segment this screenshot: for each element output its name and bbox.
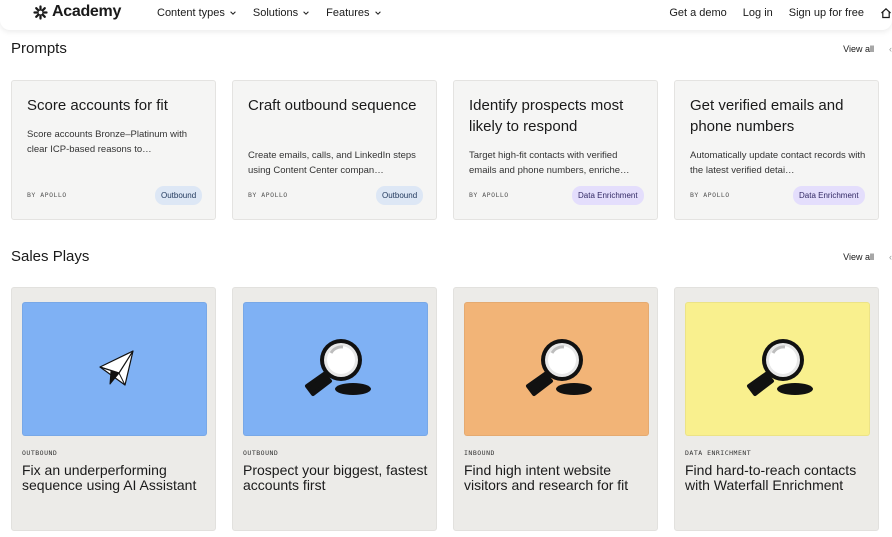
logo[interactable]: Academy: [33, 3, 121, 21]
menu-label: Features: [326, 7, 370, 19]
prompt-card[interactable]: Score accounts for fit Score accounts Br…: [11, 80, 216, 220]
prompt-title: Craft outbound sequence: [248, 97, 417, 114]
prompt-author: BY APOLLO: [690, 191, 730, 199]
play-image: [22, 302, 207, 436]
menu-solutions[interactable]: Solutions: [253, 7, 310, 19]
prompt-card[interactable]: Craft outbound sequence Create emails, c…: [232, 80, 437, 220]
main-menu: Content types Solutions Features: [157, 7, 382, 19]
category-badge: Outbound: [155, 186, 203, 205]
sales-play-card[interactable]: DATA ENRICHMENT Find hard-to-reach conta…: [674, 287, 879, 531]
play-category: OUTBOUND: [243, 449, 279, 457]
play-title: Find high intent website visitors and re…: [464, 462, 629, 493]
prompt-desc: Automatically update contact records wit…: [690, 150, 866, 176]
play-title: Fix an underperforming sequence using AI…: [22, 462, 197, 493]
sales-plays-view-all-link[interactable]: View all: [843, 252, 874, 262]
home-icon[interactable]: [880, 7, 892, 19]
prompt-title: Get verified emails and phone numbers: [690, 97, 844, 135]
menu-features[interactable]: Features: [326, 7, 381, 19]
logo-text: Academy: [52, 3, 122, 20]
magnifier-icon: [747, 339, 813, 396]
asterisk-logo-icon: [33, 4, 48, 20]
nav-right: Get a demo Log in Sign up for free: [669, 7, 892, 19]
sales-play-card[interactable]: INBOUND Find high intent website visitor…: [453, 287, 658, 531]
prompt-author: BY APOLLO: [469, 191, 509, 199]
category-badge: Outbound: [376, 186, 424, 205]
paper-plane-icon: [99, 350, 134, 386]
sales-plays-heading: Sales Plays: [11, 248, 90, 265]
magnifier-icon: [526, 339, 592, 396]
play-category: INBOUND: [464, 449, 495, 457]
chevron-down-icon: [374, 11, 381, 15]
login-link[interactable]: Log in: [743, 7, 773, 19]
menu-content-types[interactable]: Content types: [157, 7, 237, 19]
sales-play-card[interactable]: OUTBOUND Prospect your biggest, fastest …: [232, 287, 437, 531]
category-badge: Data Enrichment: [793, 186, 865, 205]
menu-label: Solutions: [252, 7, 299, 19]
menu-label: Content types: [157, 7, 225, 19]
prompt-author: BY APOLLO: [248, 191, 288, 199]
prompt-card[interactable]: Get verified emails and phone numbers Au…: [674, 80, 879, 220]
play-image: [685, 302, 870, 436]
play-title: Prospect your biggest, fastest accounts …: [243, 462, 428, 493]
prompt-title: Identify prospects most likely to respon…: [469, 97, 624, 135]
top-nav: Academy Content types Solutions Features…: [0, 0, 892, 30]
play-image: [464, 302, 649, 436]
chevron-down-icon: [303, 11, 309, 15]
prompt-card[interactable]: Identify prospects most likely to respon…: [453, 80, 658, 220]
chevron-down-icon: [230, 11, 236, 15]
prompts-view-all-link[interactable]: View all: [843, 44, 874, 54]
prompts-heading: Prompts: [11, 40, 67, 57]
signup-link[interactable]: Sign up for free: [789, 7, 864, 19]
prompt-author: BY APOLLO: [27, 191, 67, 199]
prompt-desc: Target high-fit contacts with verified e…: [469, 150, 630, 176]
play-category: OUTBOUND: [22, 449, 58, 457]
prompt-desc: Create emails, calls, and LinkedIn steps…: [248, 150, 416, 176]
play-category: DATA ENRICHMENT: [685, 449, 752, 457]
get-demo-link[interactable]: Get a demo: [669, 7, 726, 19]
prompt-desc: Score accounts Bronze–Platinum with clea…: [27, 129, 187, 155]
play-title: Find hard-to-reach contacts with Waterfa…: [685, 462, 857, 493]
category-badge: Data Enrichment: [572, 186, 644, 205]
play-image: [243, 302, 428, 436]
sales-play-card[interactable]: OUTBOUND Fix an underperforming sequence…: [11, 287, 216, 531]
magnifier-icon: [305, 339, 371, 396]
